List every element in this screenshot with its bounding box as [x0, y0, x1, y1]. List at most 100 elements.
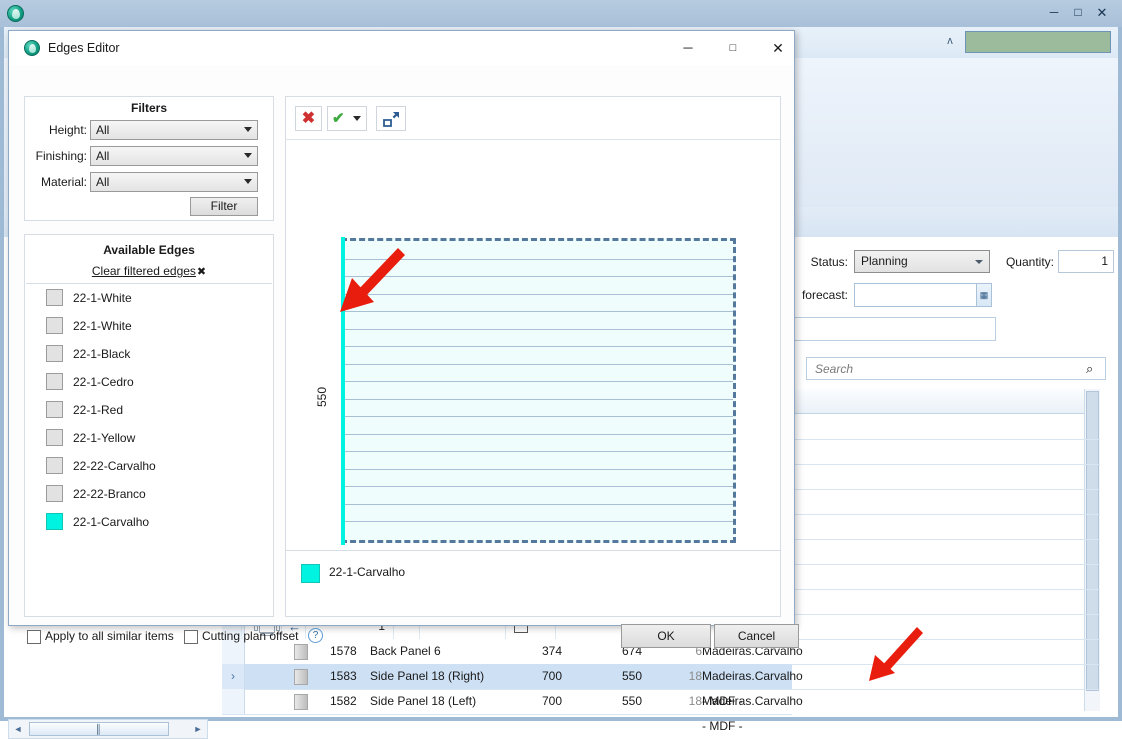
edge-item-label: 22-1-Carvalho	[73, 515, 150, 529]
edge-list-item[interactable]: 22-1-Carvalho	[26, 508, 272, 536]
search-icon[interactable]: ⌕	[1086, 361, 1093, 377]
cell-material: Madeiras.Carvalho - MDF -	[702, 669, 803, 708]
panel-hatch-line	[341, 398, 733, 400]
height-filter-label: Height:	[48, 123, 87, 137]
app-globe-icon	[24, 40, 40, 56]
edge-item-label: 22-1-White	[73, 319, 132, 333]
edge-color-swatch	[46, 317, 63, 334]
cell-name: Side Panel 18 (Left)	[370, 694, 477, 708]
panel-hatch-line	[341, 468, 733, 470]
apply-to-all-label: Apply to all similar items	[45, 629, 174, 643]
edge-item-label: 22-22-Branco	[73, 487, 146, 501]
edge-list-item[interactable]: 22-22-Branco	[26, 480, 272, 508]
edge-list-item[interactable]: 22-1-Red	[26, 396, 272, 424]
ok-button[interactable]: OK	[621, 624, 711, 648]
outer-title-bar: ─ □ ✕	[0, 0, 1122, 28]
cell-code: 1582	[330, 694, 357, 708]
secondary-input[interactable]	[790, 317, 996, 341]
edge-item-label: 22-1-White	[73, 291, 132, 305]
quantity-label: Quantity:	[1005, 255, 1054, 269]
panel-hatch-line	[341, 416, 733, 417]
help-icon[interactable]: ?	[308, 628, 323, 643]
edge-list-item[interactable]: 22-1-Black	[26, 340, 272, 368]
dialog-minimize-button[interactable]: ─	[671, 39, 705, 57]
chevron-down-icon	[244, 127, 252, 132]
panel-drawing-canvas[interactable]: 550 700	[286, 140, 780, 550]
panel-hatch-line	[341, 521, 733, 522]
quantity-input[interactable]: 1	[1058, 250, 1114, 273]
window-frame-right	[1118, 27, 1122, 721]
panel-hatch-line	[341, 346, 733, 347]
dialog-title-bar: Edges Editor ─ □ ✕	[9, 31, 794, 65]
cutting-plan-offset-checkbox[interactable]	[184, 630, 198, 644]
chevron-down-icon	[975, 260, 983, 264]
clear-filtered-edges-link[interactable]: Clear filtered edges✖	[25, 264, 273, 278]
item-row[interactable]: 1582 Side Panel 18 (Left) 700 550 18 Madeiras…	[222, 689, 803, 733]
edge-list-item[interactable]: 22-1-Cedro	[26, 368, 272, 396]
forecast-input[interactable]	[854, 283, 992, 307]
chevron-down-icon	[244, 153, 252, 158]
item-thumbnail	[294, 644, 308, 660]
finishing-filter-select[interactable]: All	[90, 146, 258, 166]
panel-hatch-line	[341, 433, 733, 435]
app-globe-icon	[7, 5, 24, 22]
edge-legend: 22-1-Carvalho	[286, 550, 780, 616]
cell-name: Side Panel 18 (Right)	[370, 669, 485, 683]
panel-hatch-line	[341, 503, 733, 505]
horizontal-scroll-thumb[interactable]: ║	[29, 722, 169, 736]
cell-material: Madeiras.Carvalho - MDF -	[702, 694, 803, 733]
row-indicator	[222, 689, 245, 714]
apply-edge-button[interactable]: ✔	[327, 106, 367, 131]
chevron-down-icon[interactable]	[353, 116, 361, 121]
dialog-close-button[interactable]: ✕	[761, 39, 795, 57]
edge-color-swatch	[46, 429, 63, 446]
red-arrow-icon	[869, 627, 923, 681]
items-list-grid: 1578 Back Panel 6 374 674 6 Madeiras.Carvalho…	[222, 639, 803, 733]
cutting-plan-offset-label: Cutting plan offset	[202, 629, 299, 643]
filter-button[interactable]: Filter	[190, 197, 258, 216]
row-indicator: ›	[222, 664, 245, 689]
item-row[interactable]: › 1583 Side Panel 18 (Right) 700 550 18 Madeir…	[222, 664, 803, 708]
horizontal-scrollbar[interactable]: ◄ ║ ►	[8, 719, 208, 739]
edge-list-item[interactable]: 22-1-White	[26, 284, 272, 312]
edge-color-swatch	[46, 345, 63, 362]
expand-icon	[383, 112, 399, 127]
cell-code: 1583	[330, 669, 357, 683]
dialog-maximize-button[interactable]: □	[716, 39, 750, 57]
edge-list-item[interactable]: 22-1-Yellow	[26, 424, 272, 452]
cancel-button[interactable]: Cancel	[714, 624, 799, 648]
outer-minimize-button[interactable]: ─	[1044, 4, 1064, 21]
dialog-title: Edges Editor	[48, 41, 120, 55]
panel-hatch-line	[341, 363, 733, 365]
height-filter-select[interactable]: All	[90, 120, 258, 140]
cell-height: 550	[621, 694, 642, 708]
scroll-left-arrow-icon[interactable]: ◄	[11, 722, 25, 736]
edge-item-label: 22-1-Yellow	[73, 431, 136, 445]
available-edges-group: Available Edges Clear filtered edges✖ 22…	[24, 234, 274, 617]
apply-to-all-checkbox[interactable]	[27, 630, 41, 644]
item-thumbnail	[294, 694, 308, 710]
outer-close-button[interactable]: ✕	[1092, 4, 1112, 21]
cell-thickness: 18	[688, 694, 702, 708]
outer-maximize-button[interactable]: □	[1068, 4, 1088, 21]
close-icon[interactable]: ✖	[197, 265, 206, 278]
available-edges-list[interactable]: 22-1-White 22-1-White 22-1-Black 22-1-Cedro…	[26, 284, 272, 615]
edge-list-item[interactable]: 22-1-White	[26, 312, 272, 340]
cell-width: 374	[541, 644, 562, 658]
chevron-up-icon[interactable]: ʌ	[942, 34, 958, 48]
expand-button[interactable]	[376, 106, 406, 131]
remove-edge-button[interactable]: ✖	[295, 106, 322, 131]
calendar-icon[interactable]: ▦	[976, 284, 991, 306]
green-status-box[interactable]	[965, 31, 1111, 53]
panel-hatch-line	[341, 486, 733, 487]
edge-item-label: 22-1-Cedro	[73, 375, 134, 389]
edge-list-item[interactable]: 22-22-Carvalho	[26, 452, 272, 480]
edge-item-label: 22-22-Carvalho	[73, 459, 156, 473]
status-select[interactable]: Planning	[854, 250, 990, 273]
edges-editor-dialog: Edges Editor ─ □ ✕ Filters Height: All F…	[8, 30, 799, 648]
scroll-right-arrow-icon[interactable]: ►	[191, 722, 205, 736]
panel-height-dimension: 550	[315, 386, 330, 408]
material-filter-select[interactable]: All	[90, 172, 258, 192]
edge-color-swatch	[46, 289, 63, 306]
material-filter-label: Material:	[40, 175, 87, 189]
